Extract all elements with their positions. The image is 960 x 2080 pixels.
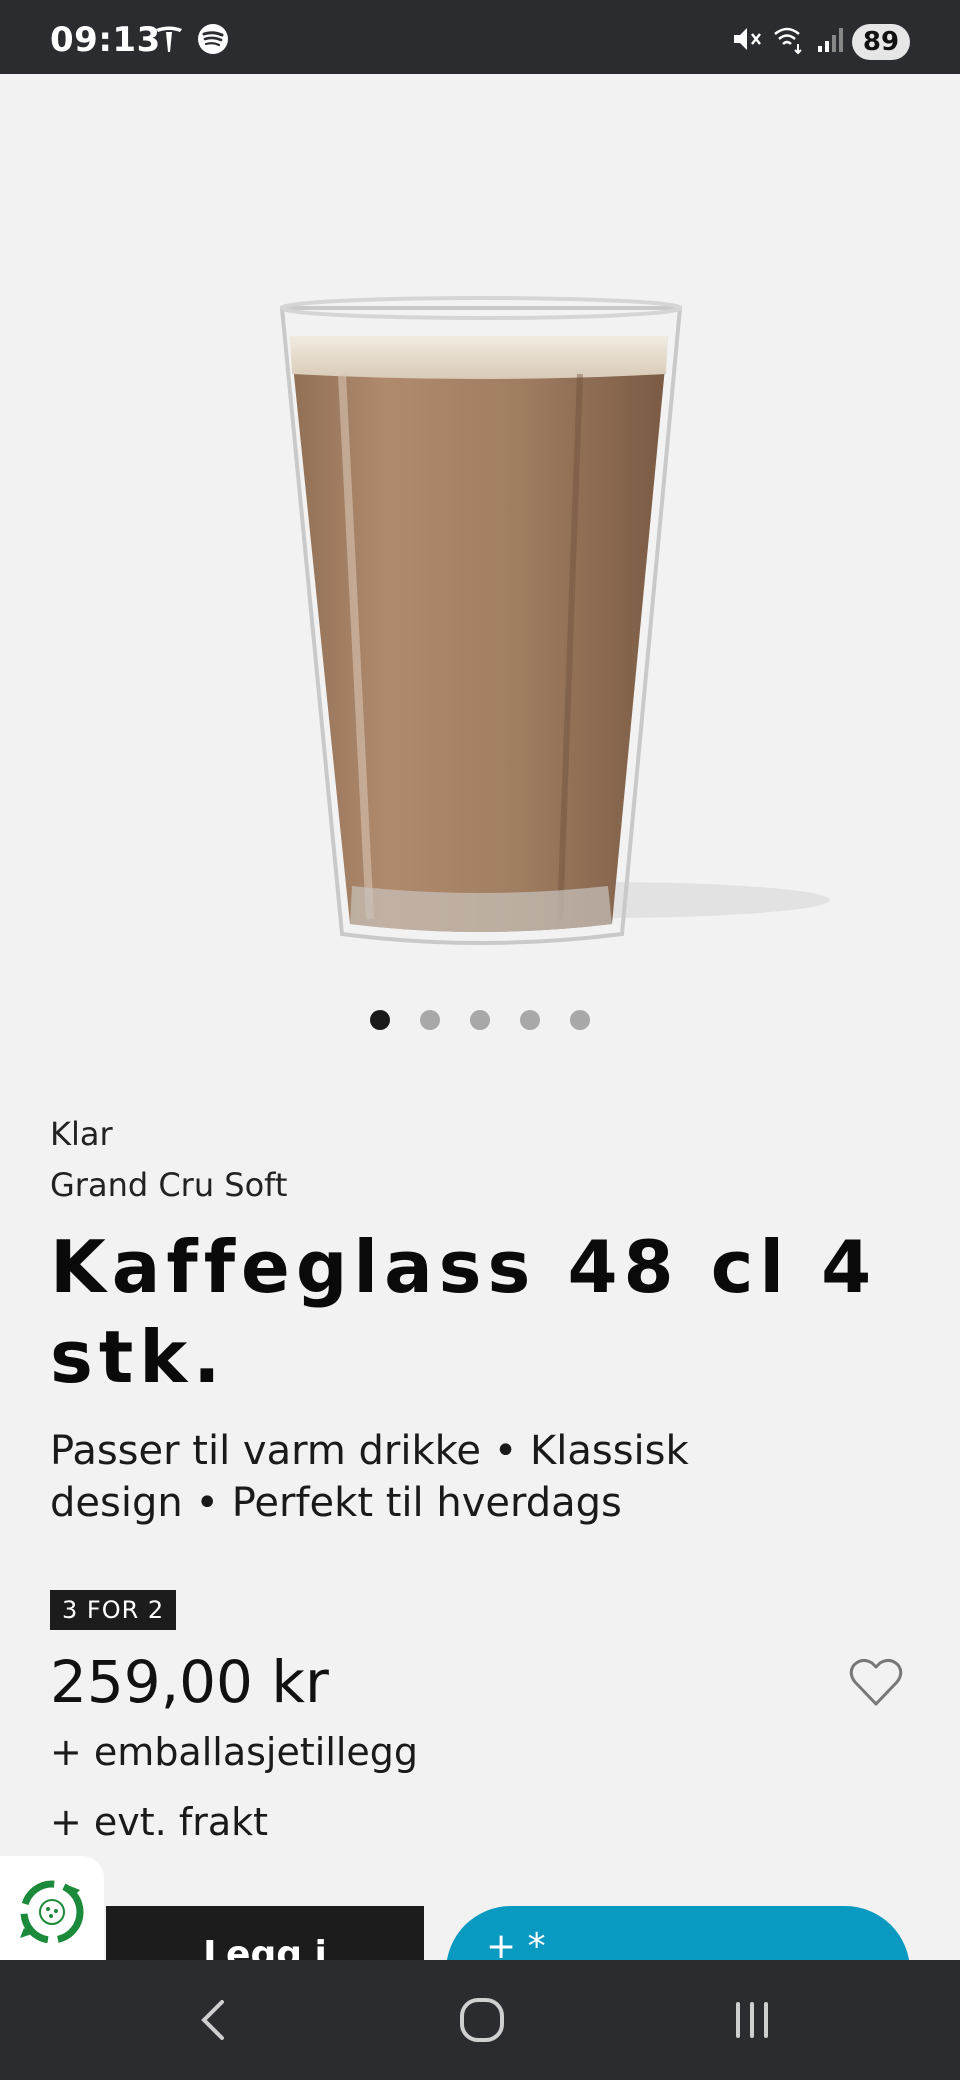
- shipping-note: + evt. frakt: [50, 1800, 269, 1844]
- product-features: Passer til varm drikke • Klassisk design…: [50, 1428, 689, 1526]
- battery-indicator: 89: [852, 24, 910, 60]
- coffee-glass-image[interactable]: [0, 74, 960, 994]
- status-bar: 09:13 89: [0, 0, 960, 74]
- product-price: 259,00 kr: [50, 1648, 329, 1716]
- status-time: 09:13: [50, 20, 161, 60]
- recent-apps-icon[interactable]: [722, 1990, 782, 2050]
- product-title: Kaffeglass 48 cl 4 stk.: [50, 1225, 878, 1399]
- promo-badge: 3 FOR 2: [50, 1590, 177, 1630]
- pagination-dot-4[interactable]: [520, 1010, 540, 1030]
- wifi-icon: [774, 27, 802, 55]
- pagination-dot-1[interactable]: [370, 1010, 390, 1030]
- product-series: Grand Cru Soft: [50, 1166, 288, 1204]
- pagination-dot-3[interactable]: [470, 1010, 490, 1030]
- image-pagination[interactable]: [0, 1010, 960, 1032]
- back-icon[interactable]: [184, 1990, 244, 2050]
- product-brand[interactable]: Klar: [50, 1115, 113, 1153]
- tesla-icon: [156, 26, 182, 52]
- packaging-fee-note: + emballasjetillegg: [50, 1730, 419, 1774]
- recycle-icon: [20, 1880, 84, 1944]
- pagination-dot-2[interactable]: [420, 1010, 440, 1030]
- home-icon[interactable]: [452, 1990, 512, 2050]
- signal-icon: [818, 28, 843, 52]
- recycle-badge[interactable]: [0, 1856, 104, 1962]
- navigation-bar: [0, 1960, 960, 2080]
- favorite-heart-icon[interactable]: [848, 1656, 904, 1708]
- mute-icon: [734, 28, 761, 50]
- pagination-dot-5[interactable]: [570, 1010, 590, 1030]
- spotify-icon: [198, 24, 228, 54]
